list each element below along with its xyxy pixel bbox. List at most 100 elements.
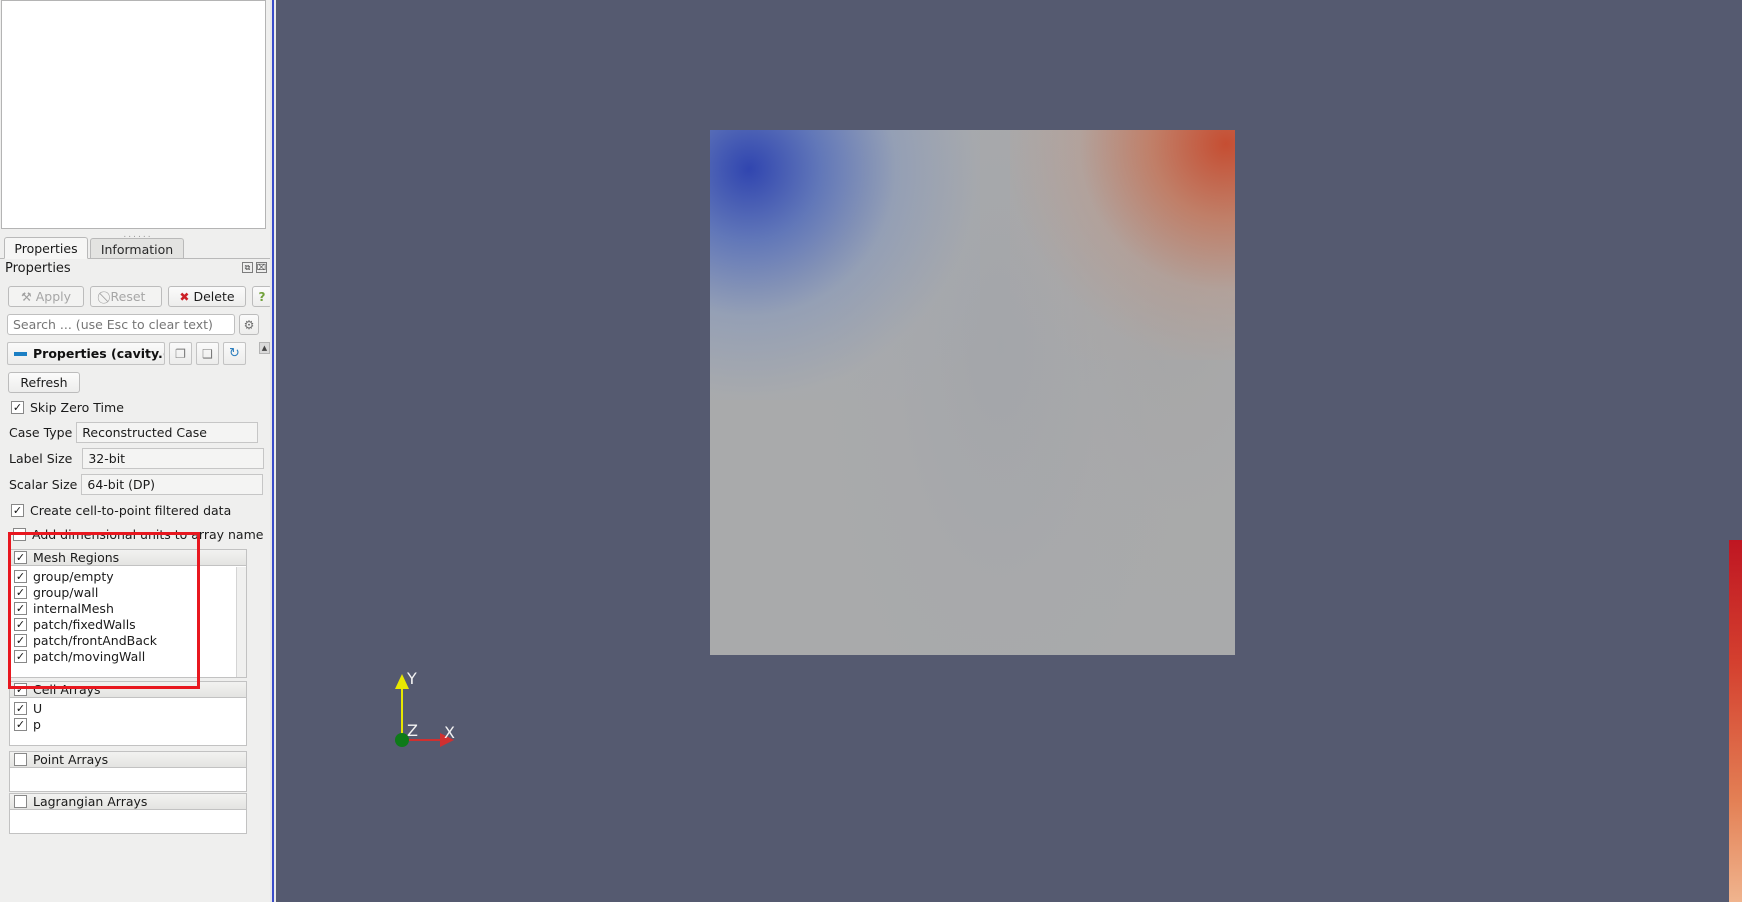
skip-zero-time-label: Skip Zero Time <box>30 400 124 415</box>
properties-group-title: Properties (cavity.( <box>33 346 165 361</box>
z-axis-label: Z <box>407 721 418 740</box>
search-settings-gear-icon[interactable]: ⚙ <box>239 314 259 335</box>
reset-button[interactable]: ⃠ Reset <box>90 286 162 307</box>
mesh-region-label: patch/movingWall <box>33 648 146 664</box>
mesh-region-check-icon[interactable]: ✓ <box>14 633 27 647</box>
properties-panel: ...... Properties Information Properties… <box>0 0 272 902</box>
case-type-select[interactable]: Reconstructed Case <box>76 422 259 443</box>
active-view-border-indicator <box>272 0 274 902</box>
pipeline-browser-list[interactable] <box>1 0 266 229</box>
point-arrays-list[interactable] <box>9 768 247 792</box>
mesh-region-check-icon[interactable]: ✓ <box>14 617 27 631</box>
properties-action-toolbar: ⚒ Apply ⃠ Reset ✖ Delete ? <box>8 286 272 307</box>
cell-array-label: p <box>33 716 41 732</box>
list-item[interactable]: ✓ patch/movingWall <box>14 648 246 664</box>
list-item[interactable]: ✓ p <box>14 716 246 732</box>
panel-tab-bar: Properties Information <box>0 237 270 259</box>
label-size-label: Label Size <box>9 451 73 466</box>
cell-array-check-icon[interactable]: ✓ <box>14 701 27 715</box>
mesh-regions-check-icon: ✓ <box>14 551 27 564</box>
panel-section-title: Properties <box>5 261 71 276</box>
mesh-region-label: patch/fixedWalls <box>33 616 136 632</box>
mesh-regions-list[interactable]: ✓ group/empty ✓ group/wall ✓ internalMes… <box>9 566 247 678</box>
list-item[interactable]: ✓ patch/fixedWalls <box>14 616 246 632</box>
x-axis-label: X <box>444 723 455 742</box>
mesh-region-check-icon[interactable]: ✓ <box>14 601 27 615</box>
copy-properties-icon[interactable]: ❐ <box>169 342 192 365</box>
help-icon: ? <box>258 289 266 304</box>
case-type-label: Case Type <box>9 425 73 440</box>
panel-scroll-up-arrow[interactable]: ▲ <box>259 342 270 354</box>
scalar-size-row: Scalar Size 64-bit (DP) <box>9 474 264 495</box>
cell-to-point-check-icon: ✓ <box>11 504 24 517</box>
mesh-region-check-icon[interactable]: ✓ <box>14 649 27 663</box>
properties-group-header-row: Properties (cavity.( ❐ ❑ ↻ <box>7 342 263 365</box>
mesh-region-label: group/wall <box>33 584 99 600</box>
mesh-region-check-icon[interactable]: ✓ <box>14 585 27 599</box>
cell-arrays-check-icon: ✓ <box>14 683 27 696</box>
mesh-regions-group: ✓ Mesh Regions ✓ group/empty ✓ group/wal… <box>9 549 247 678</box>
undock-panel-icon[interactable]: ⧉ <box>242 262 253 273</box>
mesh-regions-header-label: Mesh Regions <box>33 550 120 565</box>
scalar-size-label: Scalar Size <box>9 477 78 492</box>
list-item[interactable]: ✓ U <box>14 700 246 716</box>
restore-defaults-icon[interactable]: ↻ <box>223 342 246 365</box>
delete-label: Delete <box>193 289 235 304</box>
skip-zero-time-checkbox[interactable]: ✓ Skip Zero Time <box>11 400 124 415</box>
apply-label: Apply <box>35 289 72 304</box>
refresh-button[interactable]: Refresh <box>8 372 80 393</box>
mesh-region-check-icon[interactable]: ✓ <box>14 569 27 583</box>
point-arrays-header-label: Point Arrays <box>33 752 109 767</box>
point-arrays-header[interactable]: Point Arrays <box>9 751 247 768</box>
tab-properties[interactable]: Properties <box>4 237 88 259</box>
help-button[interactable]: ? <box>252 286 272 307</box>
cell-arrays-group: ✓ Cell Arrays ✓ U ✓ p <box>9 681 247 746</box>
tab-information-label: Information <box>100 241 174 257</box>
mesh-region-label: group/empty <box>33 568 114 584</box>
cavity-mesh-surface[interactable] <box>710 130 1235 655</box>
list-item[interactable]: ✓ patch/frontAndBack <box>14 632 246 648</box>
cell-to-point-label: Create cell-to-point filtered data <box>30 503 232 518</box>
close-panel-icon[interactable]: ⌧ <box>256 262 267 273</box>
search-input[interactable] <box>7 314 235 335</box>
render-view[interactable]: Y X Z <box>276 0 1742 902</box>
mesh-regions-header[interactable]: ✓ Mesh Regions <box>9 549 247 566</box>
list-item[interactable]: ✓ group/empty <box>14 568 246 584</box>
cell-arrays-header[interactable]: ✓ Cell Arrays <box>9 681 247 698</box>
pipeline-browser[interactable] <box>0 0 270 232</box>
list-item[interactable]: ✓ group/wall <box>14 584 246 600</box>
cell-array-label: U <box>33 700 43 716</box>
mesh-region-label: internalMesh <box>33 600 114 616</box>
mesh-high-pressure-region <box>1010 130 1235 360</box>
cell-array-check-icon[interactable]: ✓ <box>14 717 27 731</box>
refresh-label: Refresh <box>20 375 68 390</box>
lagrangian-arrays-header[interactable]: Lagrangian Arrays <box>9 793 247 810</box>
skip-zero-time-check-icon: ✓ <box>11 401 24 414</box>
lagrangian-arrays-list[interactable] <box>9 810 247 834</box>
add-dimensional-units-check-icon <box>13 528 26 541</box>
panel-corner-buttons: ⧉ ⌧ <box>242 262 267 273</box>
reset-label: Reset <box>110 289 146 304</box>
scalar-size-select[interactable]: 64-bit (DP) <box>81 474 264 495</box>
delete-icon: ✖ <box>179 289 190 304</box>
collapse-minus-icon <box>14 351 27 356</box>
point-arrays-group: Point Arrays <box>9 751 247 792</box>
cell-to-point-checkbox[interactable]: ✓ Create cell-to-point filtered data <box>11 503 231 518</box>
orientation-axes-widget[interactable]: Y X Z <box>388 668 478 758</box>
tab-information[interactable]: Information <box>90 238 184 259</box>
add-dimensional-units-checkbox[interactable]: Add dimensional units to array name <box>13 527 263 542</box>
paste-properties-icon[interactable]: ❑ <box>196 342 219 365</box>
list-item[interactable]: ✓ internalMesh <box>14 600 246 616</box>
label-size-select[interactable]: 32-bit <box>82 448 265 469</box>
mesh-low-pressure-region <box>710 130 980 400</box>
properties-group-header[interactable]: Properties (cavity.( <box>7 342 165 365</box>
point-arrays-check-icon <box>14 753 27 766</box>
delete-button[interactable]: ✖ Delete <box>168 286 246 307</box>
apply-button[interactable]: ⚒ Apply <box>8 286 84 307</box>
mesh-region-label: patch/frontAndBack <box>33 632 157 648</box>
lagrangian-arrays-header-label: Lagrangian Arrays <box>33 794 148 809</box>
mesh-regions-scrollbar[interactable] <box>236 567 246 677</box>
lagrangian-arrays-group: Lagrangian Arrays <box>9 793 247 834</box>
cell-arrays-list[interactable]: ✓ U ✓ p <box>9 698 247 746</box>
property-search-row: ⚙ <box>7 314 263 335</box>
